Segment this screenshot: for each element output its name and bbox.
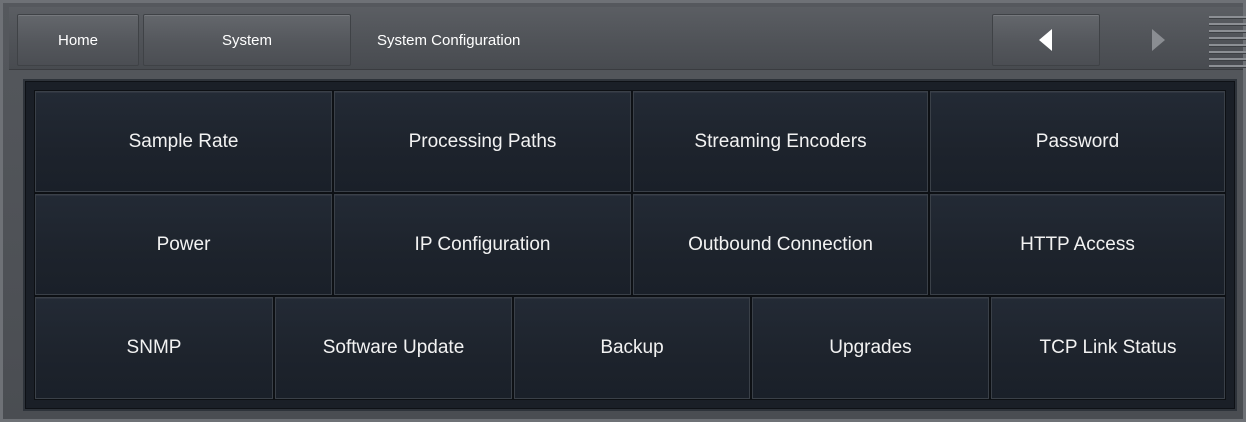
power-label: Power [156, 233, 211, 255]
backup-label: Backup [600, 337, 664, 358]
system-button-label: System [221, 31, 272, 49]
upgrades-button[interactable]: Upgrades [752, 297, 989, 399]
streaming-encoders-button[interactable]: Streaming Encoders [633, 91, 928, 192]
back-button[interactable] [992, 14, 1100, 66]
top-navigation-bar: Home System System Configuration [9, 7, 1246, 70]
sample-rate-label: Sample Rate [128, 130, 239, 152]
password-label: Password [1035, 130, 1120, 152]
tcp-link-status-button[interactable]: TCP Link Status [991, 297, 1225, 399]
tcp-link-status-label: TCP Link Status [1039, 337, 1177, 358]
processing-paths-label: Processing Paths [408, 130, 557, 152]
system-button[interactable]: System [143, 14, 351, 66]
power-button[interactable]: Power [35, 194, 332, 295]
snmp-button[interactable]: SNMP [35, 297, 273, 399]
outbound-connection-label: Outbound Connection [688, 233, 873, 255]
streaming-encoders-label: Streaming Encoders [694, 130, 867, 152]
home-button-label: Home [57, 31, 98, 49]
forward-button[interactable] [1113, 14, 1203, 66]
outbound-connection-button[interactable]: Outbound Connection [633, 194, 928, 295]
triangle-left-icon [1039, 29, 1052, 51]
snmp-label: SNMP [126, 337, 182, 358]
processing-paths-button[interactable]: Processing Paths [334, 91, 631, 192]
backup-button[interactable]: Backup [514, 297, 750, 399]
http-access-label: HTTP Access [1020, 233, 1135, 255]
hamburger-menu-icon[interactable] [1209, 16, 1246, 68]
upgrades-label: Upgrades [829, 337, 912, 358]
sample-rate-button[interactable]: Sample Rate [35, 91, 332, 192]
ip-configuration-button[interactable]: IP Configuration [334, 194, 631, 295]
page-title: System Configuration [377, 31, 521, 49]
software-update-label: Software Update [322, 337, 465, 358]
home-button[interactable]: Home [17, 14, 139, 66]
app-window: Home System System Configuration Sample … [0, 0, 1246, 422]
ip-configuration-label: IP Configuration [414, 233, 551, 255]
configuration-grid: Sample Rate Processing Paths Streaming E… [23, 79, 1237, 411]
password-button[interactable]: Password [930, 91, 1225, 192]
http-access-button[interactable]: HTTP Access [930, 194, 1225, 295]
triangle-right-icon [1152, 29, 1165, 51]
software-update-button[interactable]: Software Update [275, 297, 512, 399]
